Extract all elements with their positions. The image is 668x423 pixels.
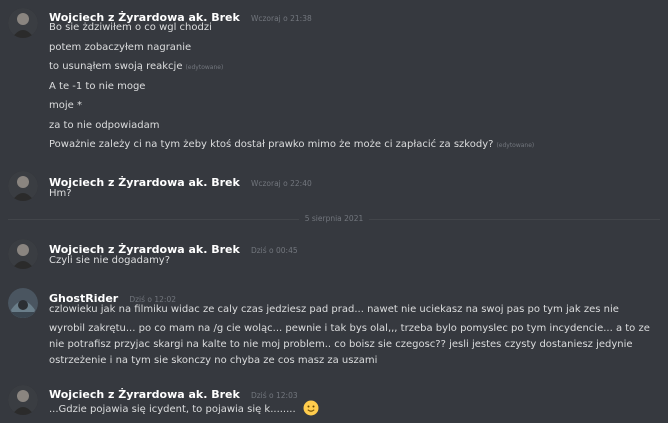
slightly-smiling-face-icon[interactable] [303,400,319,416]
message-text: Czyli sie nie dogadamy? [49,255,171,266]
message-text: ostrzeżenie i na tym sie skonczy no chyb… [49,355,378,366]
message-header: Wojciech z Żyrardowa ak. Brek Wczoraj o … [49,171,312,189]
username[interactable]: Wojciech z Żyrardowa ak. Brek [49,176,240,189]
message-header: Wojciech z Żyrardowa ak. Brek Dziś o 00:… [49,238,298,256]
timestamp: Wczoraj o 22:40 [250,179,312,188]
message-text: nie potrafisz przyjac skargi na kalte to… [49,339,633,350]
message-text: za to nie odpowiadam [49,120,160,131]
date-divider-label: 5 sierpnia 2021 [0,214,668,223]
message-text: Poważnie zależy ci na tym żeby ktoś dost… [49,139,535,150]
message-text: to usunąłem swoją reakcje (edytowane) [49,61,224,72]
avatar[interactable] [8,385,38,415]
avatar[interactable] [8,288,38,318]
timestamp: Wczoraj o 21:38 [250,14,312,23]
message-header: Wojciech z Żyrardowa ak. Brek Wczoraj o … [49,6,312,24]
message-header: GhostRider Dziś o 12:02 [49,287,176,305]
edited-label: (edytowane) [185,64,224,71]
avatar[interactable] [8,171,38,201]
message-header: Wojciech z Żyrardowa ak. Brek Dziś o 12:… [49,383,298,401]
avatar[interactable] [8,239,38,269]
timestamp: Dziś o 12:03 [250,391,298,400]
message-text: wyrobil zakrętu... po co mam na /g cie w… [49,323,650,334]
message-text: Hm? [49,188,72,199]
edited-label: (edytowane) [496,142,535,149]
message-text: potem zobaczyłem nagranie [49,42,192,53]
message-text: ...Gdzie pojawia się icydent, to pojawia… [49,400,319,416]
timestamp: Dziś o 00:45 [250,246,298,255]
message-text: czlowieku jak na filmiku widac ze caly c… [49,304,619,315]
message-text: A te -1 to nie moge [49,81,146,92]
message-text: moje * [49,100,82,111]
avatar[interactable] [8,8,38,38]
message-text: Bo sie żdziwiłem o co wgl chodzi [49,22,212,33]
